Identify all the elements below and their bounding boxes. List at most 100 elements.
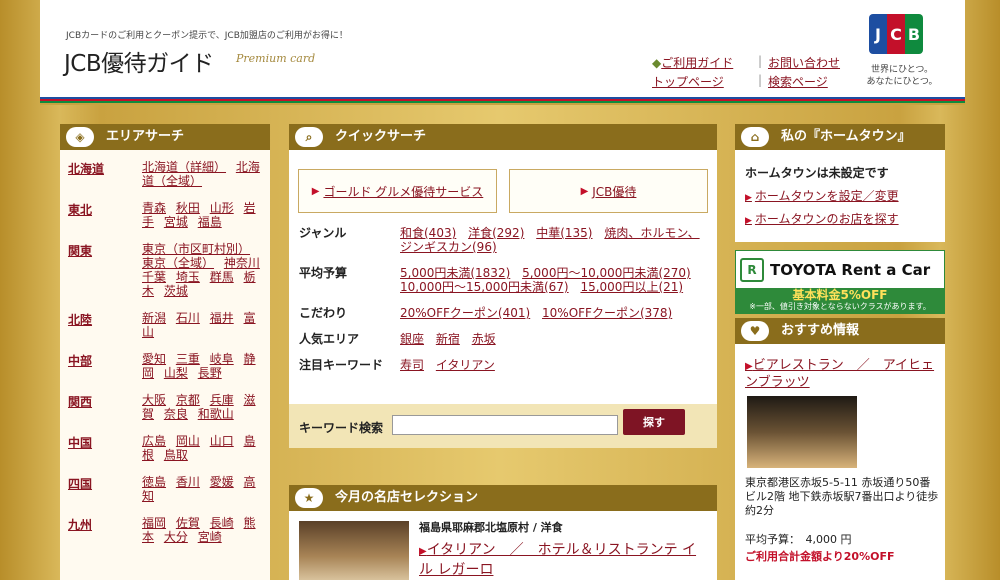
region-row: 中部 愛知 三重 岐阜 静岡 山梨 長野 — [60, 352, 270, 380]
recommend-shop-link[interactable]: ▶ビアレストラン ／ アイヒェンブラッツ — [745, 358, 940, 391]
prefecture-link[interactable]: 青森 — [142, 201, 166, 215]
prefecture-link[interactable]: 佐賀 — [176, 516, 200, 530]
region-link[interactable]: 関東 — [68, 242, 142, 298]
region-link[interactable]: 九州 — [68, 516, 142, 544]
tagline: JCBカードのご利用とクーポン提示で、JCB加盟店のご利用がお得に！ — [66, 31, 348, 41]
recommend-photo[interactable] — [747, 396, 857, 468]
prefecture-list: 青森 秋田 山形 岩手 宮城 福島 — [142, 201, 270, 229]
gold-gourmet-button[interactable]: ▶ ゴールド グルメ優待サービス — [298, 169, 497, 213]
arrow-icon: ▶ — [745, 193, 752, 203]
filter-label: 平均予算 — [299, 266, 348, 280]
region-row: 四国 徳島 香川 愛媛 高知 — [60, 475, 270, 503]
prefecture-link[interactable]: 三重 — [176, 352, 200, 366]
prefecture-link[interactable]: 広島 — [142, 434, 166, 448]
search-page-link[interactable]: 検索ページ — [768, 75, 828, 89]
prefecture-link[interactable]: 山形 — [210, 201, 234, 215]
prefecture-link[interactable]: 群馬 — [210, 270, 234, 284]
jcb-yutai-button[interactable]: ▶ JCB優待 — [509, 169, 708, 213]
area-search-panel: ◈ エリアサーチ 北海道 北海道（詳細） 北海道（全域） 東北 青森 秋田 山形 岩… — [60, 124, 270, 580]
prefecture-link[interactable]: 茨城 — [164, 284, 188, 298]
filter-label: こだわり — [299, 306, 348, 320]
prefecture-link[interactable]: 愛媛 — [210, 475, 234, 489]
prefecture-link[interactable]: 石川 — [176, 311, 200, 325]
hometown-shops-link[interactable]: ▶ ホームタウンのお店を探す — [745, 210, 899, 227]
shop-photo[interactable] — [299, 521, 409, 580]
prefecture-link[interactable]: 新潟 — [142, 311, 166, 325]
header-nav: ◆ご利用ガイド | お問い合わせ トップページ | 検索ページ — [652, 54, 841, 89]
filter-option-link[interactable]: 赤坂 — [472, 332, 496, 346]
prefecture-link[interactable]: 奈良 — [164, 407, 188, 421]
filter-label: 注目キーワード — [299, 358, 384, 372]
prefecture-link[interactable]: 鳥取 — [164, 448, 188, 462]
prefecture-link[interactable]: 京都 — [176, 393, 200, 407]
filter-option-link[interactable]: 洋食(292) — [468, 226, 524, 240]
set-hometown-link[interactable]: ▶ ホームタウンを設定／変更 — [745, 187, 899, 204]
keyword-search-bar: キーワード検索 探す — [289, 404, 717, 448]
toyota-banner[interactable]: R TOYOTA Rent a Car 基本料金5%OFF ※一部、値引き対象と… — [735, 250, 945, 314]
filter-option-link[interactable]: 15,000円以上(21) — [580, 280, 683, 294]
filter-option-link[interactable]: 10%OFFクーポン(378) — [542, 306, 672, 320]
search-button[interactable]: 探す — [623, 409, 685, 435]
prefecture-link[interactable]: 徳島 — [142, 475, 166, 489]
prefecture-link[interactable]: 長崎 — [210, 516, 234, 530]
filter-option-link[interactable]: 銀座 — [400, 332, 424, 346]
filter-option-link[interactable]: 中華(135) — [536, 226, 592, 240]
prefecture-link[interactable]: 大分 — [164, 530, 188, 544]
region-link[interactable]: 四国 — [68, 475, 142, 503]
toyota-logo-icon: R — [740, 257, 764, 282]
prefecture-link[interactable]: 山梨 — [164, 366, 188, 380]
filter-option-link[interactable]: 10,000円～15,000円未満(67) — [400, 280, 569, 294]
filter-option-link[interactable]: 5,000円未満(1832) — [400, 266, 510, 280]
region-link[interactable]: 北海道 — [68, 160, 142, 188]
contact-link[interactable]: お問い合わせ — [768, 56, 840, 70]
arrow-icon: ▶ — [311, 185, 320, 197]
keyword-input[interactable] — [392, 415, 618, 435]
prefecture-link[interactable]: 長野 — [198, 366, 222, 380]
prefecture-link[interactable]: 東京（市区町村別） — [142, 242, 250, 256]
prefecture-link[interactable]: 埼玉 — [176, 270, 200, 284]
region-link[interactable]: 中部 — [68, 352, 142, 380]
guide-link[interactable]: ご利用ガイド — [661, 56, 733, 70]
prefecture-link[interactable]: 福井 — [210, 311, 234, 325]
filter-option-link[interactable]: 和食(403) — [400, 226, 456, 240]
region-link[interactable]: 東北 — [68, 201, 142, 229]
prefecture-link[interactable]: 香川 — [176, 475, 200, 489]
prefecture-link[interactable]: 兵庫 — [210, 393, 234, 407]
filter-label: 人気エリア — [299, 332, 360, 346]
prefecture-link[interactable]: 東京（全域） — [142, 256, 214, 270]
prefecture-link[interactable]: 神奈川 — [224, 256, 260, 270]
prefecture-list: 大阪 京都 兵庫 滋賀 奈良 和歌山 — [142, 393, 270, 421]
arrow-icon: ▶ — [580, 185, 589, 197]
selection-header: ★ 今月の名店セレクション — [289, 485, 717, 511]
recommend-panel: ♥ おすすめ情報 ▶ビアレストラン ／ アイヒェンブラッツ 東京都港区赤坂5-5… — [735, 318, 945, 580]
prefecture-link[interactable]: 愛知 — [142, 352, 166, 366]
prefecture-link[interactable]: 福岡 — [142, 516, 166, 530]
region-link[interactable]: 中国 — [68, 434, 142, 462]
filter-option-link[interactable]: 5,000円～10,000円未満(270) — [522, 266, 691, 280]
region-row: 関西 大阪 京都 兵庫 滋賀 奈良 和歌山 — [60, 393, 270, 421]
prefecture-link[interactable]: 宮城 — [164, 215, 188, 229]
filter-option-link[interactable]: 寿司 — [400, 358, 424, 372]
region-link[interactable]: 関西 — [68, 393, 142, 421]
prefecture-link[interactable]: 岡山 — [176, 434, 200, 448]
prefecture-link[interactable]: 和歌山 — [198, 407, 234, 421]
recommend-address: 東京都港区赤坂5-5-11 赤坂通り50番ビル2階 地下鉄赤坂駅7番出口より徒歩… — [745, 476, 939, 517]
quick-search-panel: ⌕ クイックサーチ ▶ ゴールド グルメ優待サービス ▶ JCB優待 ジャンル 和… — [289, 124, 717, 448]
monthly-selection-panel: ★ 今月の名店セレクション 福島県耶麻郡北塩原村 / 洋食 ▶イタリアン ／ ホ… — [289, 485, 717, 580]
shop-link[interactable]: ▶イタリアン ／ ホテル＆リストランテ イル レガーロ — [419, 541, 709, 579]
prefecture-link[interactable]: 岐阜 — [210, 352, 234, 366]
recommend-price: 平均予算： 4,000 円 — [745, 533, 852, 546]
filter-option-link[interactable]: 新宿 — [436, 332, 460, 346]
prefecture-link[interactable]: 秋田 — [176, 201, 200, 215]
region-link[interactable]: 北陸 — [68, 311, 142, 339]
site-logo[interactable]: JCB優待ガイド — [64, 44, 214, 78]
prefecture-link[interactable]: 北海道（詳細） — [142, 160, 226, 174]
filter-option-link[interactable]: イタリアン — [436, 358, 495, 372]
prefecture-link[interactable]: 宮崎 — [198, 530, 222, 544]
prefecture-link[interactable]: 福島 — [198, 215, 222, 229]
prefecture-link[interactable]: 大阪 — [142, 393, 166, 407]
prefecture-link[interactable]: 千葉 — [142, 270, 166, 284]
top-page-link[interactable]: トップページ — [652, 75, 724, 89]
filter-option-link[interactable]: 20%OFFクーポン(401) — [400, 306, 530, 320]
prefecture-link[interactable]: 山口 — [210, 434, 234, 448]
